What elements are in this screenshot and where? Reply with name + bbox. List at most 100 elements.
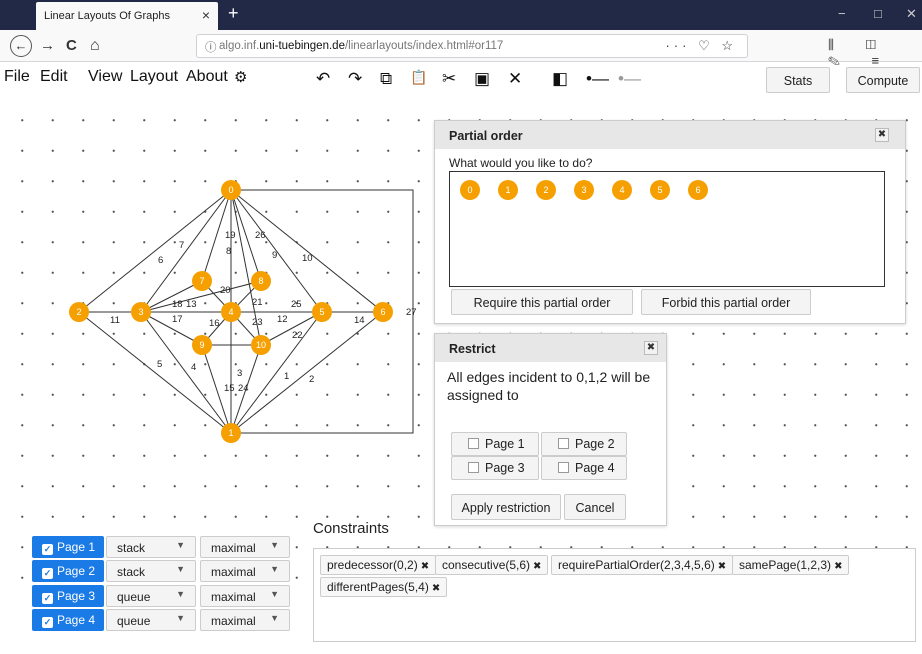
cancel-button[interactable]: Cancel bbox=[564, 494, 626, 520]
page-toggle-button[interactable]: ✓ Page 2 bbox=[32, 560, 104, 582]
graph-node[interactable]: 0 bbox=[221, 180, 241, 200]
constraint-chip[interactable]: requirePartialOrder(2,3,4,5,6) ✖ bbox=[551, 555, 734, 575]
graph-node[interactable]: 2 bbox=[69, 302, 89, 322]
menu-about[interactable]: About bbox=[186, 68, 228, 86]
redo-icon[interactable]: ↷ bbox=[348, 69, 362, 89]
restrict-page1-checkbox[interactable]: Page 1 bbox=[451, 432, 539, 456]
edge-label: 7 bbox=[179, 240, 184, 251]
page-mode-select[interactable]: maximal ▼ bbox=[200, 609, 290, 631]
po-node[interactable]: 4 bbox=[612, 180, 632, 200]
page-label: Page 4 bbox=[57, 613, 96, 627]
tab-close-icon[interactable]: × bbox=[202, 7, 210, 23]
home-icon[interactable]: ⌂ bbox=[90, 37, 100, 55]
graph-edge[interactable] bbox=[230, 311, 323, 434]
graph-node[interactable]: 9 bbox=[192, 335, 212, 355]
restrict-page4-checkbox[interactable]: Page 4 bbox=[541, 456, 627, 480]
page-type-select[interactable]: queue ▼ bbox=[106, 609, 196, 631]
minimize-icon[interactable]: − bbox=[838, 6, 846, 21]
info-icon: ⓘ bbox=[205, 42, 217, 54]
po-node[interactable]: 2 bbox=[536, 180, 556, 200]
graph-node[interactable]: 6 bbox=[373, 302, 393, 322]
edge-label: 18 bbox=[172, 299, 183, 310]
page-mode-select[interactable]: maximal ▼ bbox=[200, 585, 290, 607]
graph-node[interactable]: 7 bbox=[192, 271, 212, 291]
select-all-icon[interactable]: ▣ bbox=[474, 69, 490, 89]
forward-icon[interactable]: → bbox=[40, 37, 55, 54]
constraint-chip[interactable]: consecutive(5,6) ✖ bbox=[435, 555, 549, 575]
edge-label: 9 bbox=[272, 250, 277, 261]
page-toggle-button[interactable]: ✓ Page 1 bbox=[32, 536, 104, 558]
apply-restriction-button[interactable]: Apply restriction bbox=[451, 494, 561, 520]
browser-nav-bar: ← → C ⌂ ⓘ algo.inf.uni-tuebingen.de/line… bbox=[0, 30, 922, 68]
node-tool-icon[interactable]: ◧ bbox=[552, 69, 568, 89]
page-actions-icon[interactable]: ··· ♡ ☆ bbox=[665, 38, 737, 54]
reload-icon[interactable]: C bbox=[66, 37, 77, 54]
page-type-select[interactable]: stack ▼ bbox=[106, 536, 196, 558]
remove-icon[interactable]: ✖ bbox=[421, 561, 429, 572]
check-icon: ✓ bbox=[42, 617, 53, 628]
checkbox-icon bbox=[468, 438, 479, 449]
po-node[interactable]: 1 bbox=[498, 180, 518, 200]
graph-node[interactable]: 5 bbox=[312, 302, 332, 322]
back-icon[interactable]: ← bbox=[10, 35, 32, 57]
graph-node[interactable]: 10 bbox=[251, 335, 271, 355]
graph-node[interactable]: 8 bbox=[251, 271, 271, 291]
graph-drawing[interactable]: 67198269 1018 13172021 251223162211 14275 431… bbox=[0, 92, 440, 452]
compute-button[interactable]: Compute bbox=[846, 67, 920, 93]
paste-icon[interactable]: 📋 bbox=[410, 69, 427, 86]
graph-edge[interactable] bbox=[230, 189, 384, 313]
remove-icon[interactable]: ✖ bbox=[718, 561, 726, 572]
page-mode-select[interactable]: maximal ▼ bbox=[200, 560, 290, 582]
graph-node[interactable]: 4 bbox=[221, 302, 241, 322]
page-type-select[interactable]: queue ▼ bbox=[106, 585, 196, 607]
stats-button[interactable]: Stats bbox=[766, 67, 830, 93]
page-label: Page 2 bbox=[57, 564, 96, 578]
page-toggle-button[interactable]: ✓ Page 3 bbox=[32, 585, 104, 607]
constraint-chip[interactable]: predecessor(0,2) ✖ bbox=[320, 555, 437, 575]
constraint-chip[interactable]: samePage(1,2,3) ✖ bbox=[732, 555, 850, 575]
menu-file[interactable]: File bbox=[4, 68, 30, 86]
constraint-label: requirePartialOrder(2,3,4,5,6) bbox=[558, 558, 715, 572]
delete-icon[interactable]: ✕ bbox=[508, 69, 522, 89]
edge-tool-icon[interactable]: •— bbox=[586, 69, 609, 89]
po-node[interactable]: 0 bbox=[460, 180, 480, 200]
menu-view[interactable]: View bbox=[88, 68, 122, 86]
graph-node[interactable]: 1 bbox=[221, 423, 241, 443]
po-node[interactable]: 5 bbox=[650, 180, 670, 200]
copy-icon[interactable]: ⧉ bbox=[380, 69, 392, 89]
partial-order-title: Partial order bbox=[435, 121, 905, 149]
edge-label: 26 bbox=[255, 230, 266, 241]
constraint-label: samePage(1,2,3) bbox=[739, 558, 832, 572]
page-type-select[interactable]: stack ▼ bbox=[106, 560, 196, 582]
require-partial-order-button[interactable]: Require this partial order bbox=[451, 289, 633, 315]
po-node[interactable]: 3 bbox=[574, 180, 594, 200]
chevron-down-icon: ▼ bbox=[270, 589, 279, 599]
cut-icon[interactable]: ✂ bbox=[442, 69, 456, 89]
restrict-page-label: Page 2 bbox=[575, 437, 615, 451]
undo-icon[interactable]: ↶ bbox=[316, 69, 330, 89]
remove-icon[interactable]: ✖ bbox=[834, 561, 842, 572]
remove-icon[interactable]: ✖ bbox=[533, 561, 541, 572]
url-bar[interactable]: ⓘ algo.inf.uni-tuebingen.de/linearlayout… bbox=[196, 34, 748, 58]
remove-icon[interactable]: ✖ bbox=[432, 583, 440, 594]
menu-layout[interactable]: Layout bbox=[130, 68, 178, 86]
menu-edit[interactable]: Edit bbox=[40, 68, 68, 86]
window-close-icon[interactable]: ✕ bbox=[906, 6, 917, 22]
maximize-icon[interactable]: □ bbox=[874, 6, 882, 21]
partial-order-area[interactable]: 0 1 2 3 4 5 6 bbox=[449, 171, 885, 287]
po-node[interactable]: 6 bbox=[688, 180, 708, 200]
settings-sliders-icon[interactable]: ⚙ bbox=[234, 68, 247, 86]
page-toggle-button[interactable]: ✓ Page 4 bbox=[32, 609, 104, 631]
page-mode-select[interactable]: maximal ▼ bbox=[200, 536, 290, 558]
restrict-page3-checkbox[interactable]: Page 3 bbox=[451, 456, 539, 480]
new-tab-icon[interactable]: + bbox=[228, 3, 239, 24]
graph-node[interactable]: 3 bbox=[131, 302, 151, 322]
forbid-partial-order-button[interactable]: Forbid this partial order bbox=[641, 289, 811, 315]
browser-tab[interactable]: Linear Layouts Of Graphs × bbox=[36, 2, 218, 30]
constraint-chip[interactable]: differentPages(5,4) ✖ bbox=[320, 577, 448, 597]
restrict-page2-checkbox[interactable]: Page 2 bbox=[541, 432, 627, 456]
graph-edge[interactable] bbox=[230, 311, 384, 434]
restrict-close-icon[interactable]: ✖ bbox=[644, 341, 658, 355]
partial-order-close-icon[interactable]: ✖ bbox=[875, 128, 889, 142]
edge-tool-disabled-icon[interactable]: •— bbox=[618, 69, 641, 89]
